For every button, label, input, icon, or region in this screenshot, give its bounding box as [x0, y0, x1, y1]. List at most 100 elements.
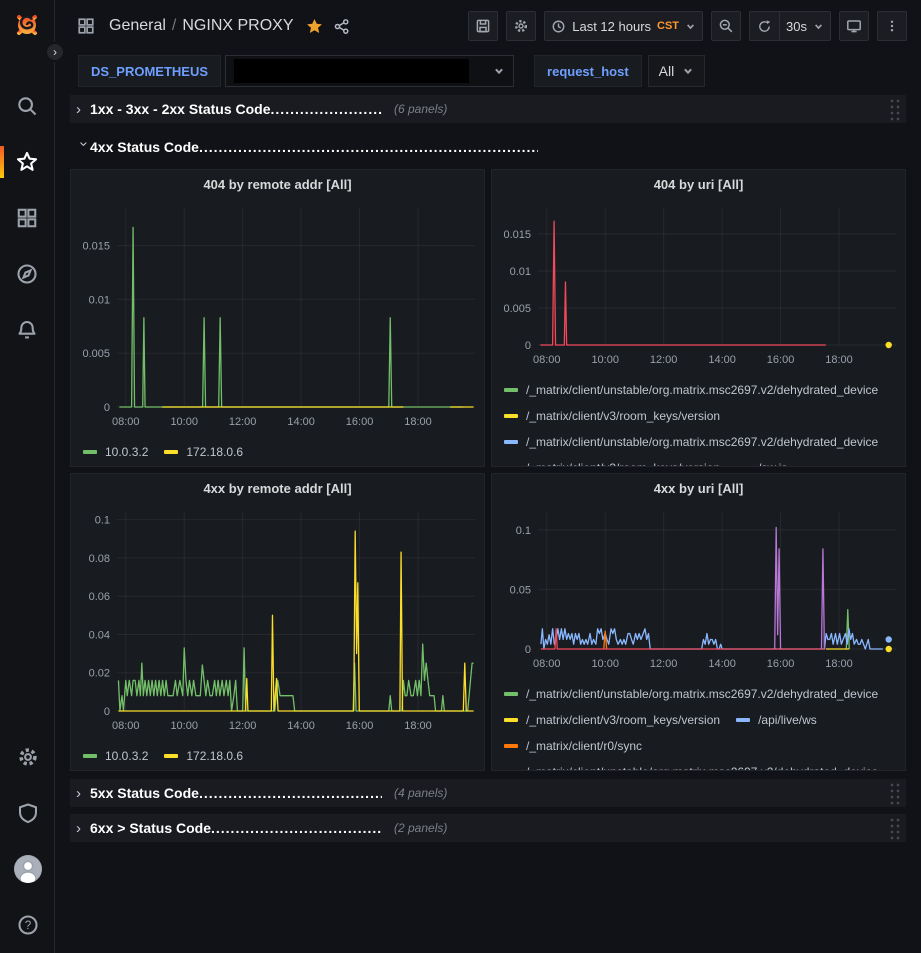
breadcrumb-dashboard[interactable]: NGINX PROXY [182, 17, 293, 34]
svg-text:0.05: 0.05 [510, 584, 531, 596]
sidebar-item-search[interactable] [0, 90, 55, 122]
legend-item[interactable]: /_matrix/client/unstable/org.matrix.msc2… [504, 377, 878, 403]
legend-item[interactable]: /_matrix/client/r0/sync [504, 733, 642, 759]
sidebar-expand-button[interactable]: › [45, 42, 65, 62]
svg-text:14:00: 14:00 [708, 354, 736, 366]
legend-item[interactable]: 172.18.0.6 [164, 439, 243, 465]
sidebar-item-explore[interactable] [0, 258, 55, 290]
time-range-label: Last 12 hours [572, 19, 651, 34]
favorite-star-icon[interactable] [306, 18, 323, 35]
svg-text:08:00: 08:00 [112, 720, 140, 732]
sidebar-item-alerting[interactable] [0, 314, 55, 346]
row-drag-handle[interactable] [889, 782, 900, 805]
sidebar-item-help[interactable]: ? [0, 909, 55, 941]
legend-item[interactable]: /_matrix/client/v3/room_keys/version [504, 403, 720, 429]
timeseries-chart[interactable]: 08:0010:0012:0014:0016:0018:0000.020.040… [71, 502, 484, 743]
row-drag-handle[interactable] [889, 98, 900, 121]
legend-item[interactable]: /_matrix/client/unstable/org.matrix.msc2… [504, 429, 878, 455]
breadcrumb-section[interactable]: General [109, 17, 166, 34]
chevron-down-icon [813, 21, 824, 32]
legend-label: /_matrix/client/unstable/org.matrix.msc2… [526, 435, 878, 449]
legend-swatch [504, 466, 518, 467]
refresh-button[interactable] [749, 11, 779, 41]
panel-legend: 10.0.3.2 172.18.0.6 [71, 439, 484, 467]
refresh-icon [757, 19, 772, 34]
legend-item[interactable]: /_matrix/client/v3/room_keys/version [504, 707, 720, 733]
panel-title[interactable]: 4xx by remote addr [All] [71, 474, 484, 502]
panel-4xx-by-remote-addr: 4xx by remote addr [All] 08:0010:0012:00… [70, 473, 485, 771]
grafana-logo[interactable] [12, 10, 42, 40]
legend-label: /sw.js [758, 461, 787, 467]
legend-swatch [164, 450, 178, 454]
refresh-interval-label: 30s [786, 19, 807, 34]
sidebar-item-dashboards[interactable] [0, 202, 55, 234]
svg-text:0.06: 0.06 [89, 591, 110, 603]
svg-text:0.015: 0.015 [82, 241, 110, 253]
row-4xx[interactable]: › 4xx Status Code ......................… [70, 133, 906, 161]
sidebar-item-configuration[interactable] [0, 741, 55, 773]
legend-item[interactable]: /_matrix/client/unstable/org.matrix.msc2… [504, 759, 878, 771]
panel-title[interactable]: 404 by remote addr [All] [71, 170, 484, 198]
svg-text:16:00: 16:00 [767, 354, 795, 366]
legend-swatch [736, 718, 750, 722]
row-panel-count: (6 panels) [394, 102, 447, 116]
row-5xx[interactable]: › 5xx Status Code ......................… [70, 779, 906, 807]
variable-ds-prometheus-select[interactable] [225, 55, 514, 87]
timeseries-chart[interactable]: 08:0010:0012:0014:0016:0018:0000.050.1 [492, 502, 905, 681]
row-title[interactable]: 1xx - 3xx - 2xx Status Code [90, 101, 271, 117]
star-icon [16, 151, 38, 173]
more-options-button[interactable] [877, 11, 907, 41]
legend-item[interactable]: /_matrix/client/unstable/org.matrix.msc2… [504, 681, 878, 707]
svg-text:18:00: 18:00 [404, 720, 432, 732]
variable-ds-prometheus-label[interactable]: DS_PROMETHEUS [78, 55, 221, 87]
legend-item[interactable]: /api/live/ws [736, 707, 817, 733]
row-panel-count: (2 panels) [394, 821, 447, 835]
svg-text:16:00: 16:00 [767, 658, 795, 670]
legend-item[interactable]: 172.18.0.6 [164, 743, 243, 769]
svg-text:18:00: 18:00 [825, 658, 853, 670]
breadcrumb[interactable]: General/NGINX PROXY [109, 17, 294, 35]
refresh-interval-picker[interactable]: 30s [779, 11, 831, 41]
row-title-dots: ........................................… [199, 139, 538, 155]
sidebar-item-profile[interactable] [0, 853, 55, 885]
variable-request-host-select[interactable]: All [648, 55, 706, 87]
zoom-out-time-button[interactable] [711, 11, 741, 41]
svg-text:0.02: 0.02 [89, 668, 110, 680]
panel-404-by-uri: 404 by uri [All] 08:0010:0012:0014:0016:… [491, 169, 906, 467]
legend-label: 172.18.0.6 [186, 749, 243, 763]
legend-item[interactable]: 10.0.3.2 [83, 439, 148, 465]
row-1xx-3xx-2xx[interactable]: › 1xx - 3xx - 2xx Status Code ..........… [70, 95, 906, 123]
chevron-right-icon: › [76, 785, 90, 802]
sidebar-item-server-admin[interactable] [0, 797, 55, 829]
legend-item[interactable]: /sw.js [736, 455, 787, 467]
row-title[interactable]: 5xx Status Code [90, 785, 199, 801]
row-drag-handle[interactable] [889, 817, 900, 840]
legend-swatch [504, 770, 518, 771]
row-title[interactable]: 6xx > Status Code [90, 820, 211, 836]
variable-request-host-label[interactable]: request_host [534, 55, 642, 87]
time-range-picker[interactable]: Last 12 hours CST [544, 11, 703, 41]
timeseries-chart[interactable]: 08:0010:0012:0014:0016:0018:0000.0050.01… [492, 198, 905, 377]
share-icon[interactable] [333, 18, 350, 35]
legend-item[interactable]: /_matrix/client/v3/room_keys/version [504, 455, 720, 467]
svg-text:12:00: 12:00 [650, 354, 678, 366]
row-6xx[interactable]: › 6xx > Status Code ....................… [70, 814, 906, 842]
dashboard-settings-button[interactable] [506, 11, 536, 41]
save-dashboard-button[interactable] [468, 11, 498, 41]
top-navbar: General/NGINX PROXY Last 12 hours [55, 0, 921, 52]
svg-text:0.1: 0.1 [516, 525, 531, 537]
sidebar-item-starred[interactable] [0, 146, 55, 178]
panel-title[interactable]: 404 by uri [All] [492, 170, 905, 198]
save-icon [475, 18, 491, 34]
timeseries-chart[interactable]: 08:0010:0012:0014:0016:0018:0000.0050.01… [71, 198, 484, 439]
cycle-view-mode-button[interactable] [839, 11, 869, 41]
zoom-out-icon [718, 18, 734, 34]
legend-item[interactable]: 10.0.3.2 [83, 743, 148, 769]
legend-label: /_matrix/client/unstable/org.matrix.msc2… [526, 383, 878, 397]
panel-404-by-remote-addr: 404 by remote addr [All] 08:0010:0012:00… [70, 169, 485, 467]
legend-swatch [736, 466, 750, 467]
panel-title[interactable]: 4xx by uri [All] [492, 474, 905, 502]
svg-text:0.08: 0.08 [89, 553, 110, 565]
row-title[interactable]: 4xx Status Code [90, 139, 199, 155]
panel-legend: /_matrix/client/unstable/org.matrix.msc2… [492, 377, 905, 467]
